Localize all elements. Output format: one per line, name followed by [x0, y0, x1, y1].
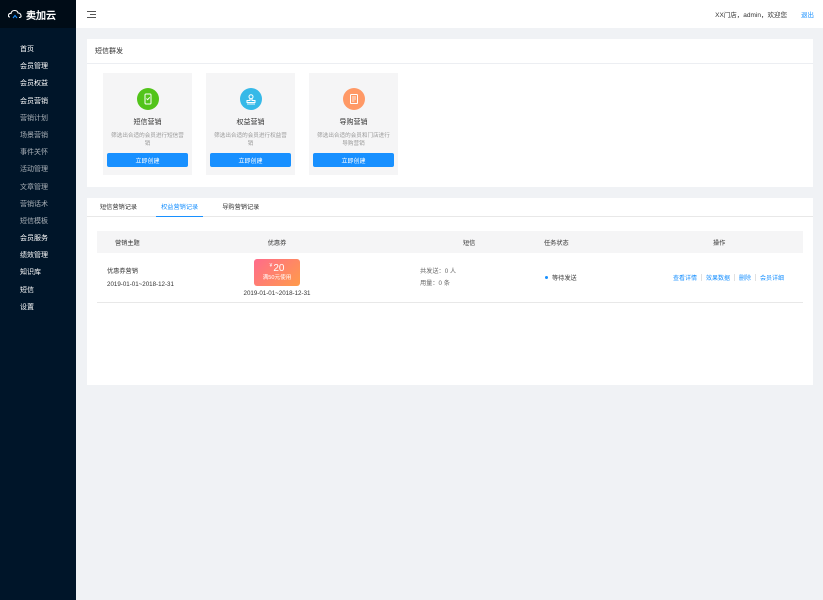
view-details-link[interactable]: 查看详情 [673, 273, 697, 282]
coupon-amount: 20 [273, 262, 285, 274]
tab-sms-records[interactable]: 短信营销记录 [95, 198, 142, 216]
logout-link[interactable]: 退出 [801, 9, 814, 19]
sidebar-item-event-care[interactable]: 事件关怀 [0, 144, 76, 161]
stamp-icon [239, 88, 262, 110]
sidebar-nav: 首页 会员管理 会员权益 会员营销 营销计划 场景营销 事件关怀 活动管理 文章… [0, 28, 76, 316]
sidebar-item-article-management[interactable]: 文章管理 [0, 179, 76, 196]
sms-used: 用量：0 条 [420, 279, 450, 287]
delete-link[interactable]: 删除 [739, 273, 751, 282]
sidebar-item-sms[interactable]: 短信 [0, 282, 76, 299]
cloud-logo-icon [8, 9, 22, 19]
tab-benefit-records[interactable]: 权益营销记录 [156, 198, 204, 217]
sidebar-item-marketing-scripts[interactable]: 营销话术 [0, 196, 76, 213]
sidebar-item-settings[interactable]: 设置 [0, 299, 76, 316]
records-panel: 短信营销记录 权益营销记录 导购营销记录 营销主题 优惠券 短信 任务状态 操作… [87, 198, 813, 385]
sms-broadcast-panel: 短信群发 短信营销 筛选出合适的会员进行短信营销 立即创建 权益营销 筛选出合适… [87, 39, 813, 187]
sidebar-item-home[interactable]: 首页 [0, 41, 76, 58]
sidebar-item-member-marketing[interactable]: 会员营销 [0, 93, 76, 110]
card-sms-marketing: 短信营销 筛选出合适的会员进行短信营销 立即创建 [103, 73, 192, 175]
marketing-cards: 短信营销 筛选出合适的会员进行短信营销 立即创建 权益营销 筛选出合适的会员进行… [87, 64, 813, 175]
status-badge: 等待发送 [545, 273, 633, 282]
card-desc: 筛选出合适的会员进行权益营销 [214, 133, 287, 147]
sms-sent: 共发送：0 人 [420, 267, 457, 275]
row-title: 优惠券营销 [107, 267, 138, 275]
create-guide-marketing-button[interactable]: 立即创建 [313, 153, 394, 167]
row-date: 2019-01-01~2018-12-31 [107, 280, 174, 288]
card-title: 权益营销 [236, 119, 265, 126]
sidebar: 卖加云 首页 会员管理 会员权益 会员营销 营销计划 场景营销 事件关怀 活动管… [0, 0, 76, 600]
table-header: 营销主题 优惠券 短信 任务状态 操作 [97, 231, 803, 253]
cell-status: 等待发送 [525, 273, 633, 282]
divider [734, 274, 736, 281]
coupon-condition: 满50元使用 [262, 274, 292, 281]
header-theme: 营销主题 [115, 239, 140, 247]
coupon-amount-wrap: ¥ 20 [270, 263, 285, 274]
coupon-ticket: ¥ 20 满50元使用 [254, 258, 300, 286]
cell-actions: 查看详情 效果数据 删除 会员详细 [633, 273, 803, 282]
card-title: 导购营销 [339, 119, 368, 126]
section-title: 短信群发 [87, 39, 813, 64]
top-header: XX门店，admin，欢迎您 退出 [76, 0, 823, 28]
divider [701, 274, 703, 281]
logo[interactable]: 卖加云 [0, 0, 76, 28]
card-desc: 筛选出合适的会员和门店进行导购营销 [317, 133, 390, 147]
phone-icon [136, 88, 159, 110]
sidebar-item-activity-management[interactable]: 活动管理 [0, 161, 76, 178]
status-dot-icon [545, 276, 548, 279]
card-title: 短信营销 [133, 119, 162, 126]
cell-sms: 共发送：0 人 用量：0 条 [337, 266, 525, 290]
cell-coupon: ¥ 20 满50元使用 2019-01-01~2018-12-31 [217, 258, 337, 297]
records-table: 营销主题 优惠券 短信 任务状态 操作 优惠券营销 2019-01-01~201… [97, 231, 803, 303]
coupon-date: 2019-01-01~2018-12-31 [243, 289, 311, 297]
header-coupon: 优惠券 [267, 239, 287, 247]
header-sms: 短信 [463, 239, 476, 247]
sidebar-item-knowledge-base[interactable]: 知识库 [0, 264, 76, 281]
header-actions: 操作 [713, 239, 726, 247]
card-desc: 筛选出合适的会员进行短信营销 [111, 133, 184, 147]
divider [755, 274, 757, 281]
record-tabs: 短信营销记录 权益营销记录 导购营销记录 [87, 198, 813, 217]
header-status: 任务状态 [544, 239, 569, 247]
sidebar-item-member-service[interactable]: 会员服务 [0, 230, 76, 247]
sidebar-item-performance[interactable]: 绩效管理 [0, 247, 76, 264]
sidebar-item-marketing-plan[interactable]: 营销计划 [0, 110, 76, 127]
cell-theme: 优惠券营销 2019-01-01~2018-12-31 [97, 266, 217, 290]
user-greeting: XX门店，admin，欢迎您 [715, 12, 787, 19]
effect-data-link[interactable]: 效果数据 [706, 273, 730, 282]
app-title: 卖加云 [26, 10, 56, 22]
create-benefit-marketing-button[interactable]: 立即创建 [210, 153, 291, 167]
document-icon [342, 88, 365, 110]
create-sms-marketing-button[interactable]: 立即创建 [107, 153, 188, 167]
member-details-link[interactable]: 会员详细 [760, 273, 784, 282]
menu-toggle-icon[interactable] [87, 10, 96, 18]
sidebar-item-scene-marketing[interactable]: 场景营销 [0, 127, 76, 144]
sidebar-item-member-benefits[interactable]: 会员权益 [0, 75, 76, 92]
coupon-currency: ¥ [269, 262, 273, 269]
header-right: XX门店，admin，欢迎您 退出 [715, 0, 814, 28]
sidebar-item-sms-templates[interactable]: 短信模板 [0, 213, 76, 230]
sidebar-item-member-management[interactable]: 会员管理 [0, 58, 76, 75]
tab-guide-records[interactable]: 导购营销记录 [217, 198, 264, 216]
card-guide-marketing: 导购营销 筛选出合适的会员和门店进行导购营销 立即创建 [309, 73, 398, 175]
status-text: 等待发送 [552, 275, 577, 282]
card-benefit-marketing: 权益营销 筛选出合适的会员进行权益营销 立即创建 [206, 73, 295, 175]
action-links: 查看详情 效果数据 删除 会员详细 [633, 273, 784, 282]
table-row: 优惠券营销 2019-01-01~2018-12-31 ¥ 20 满50元使用 … [97, 253, 803, 303]
